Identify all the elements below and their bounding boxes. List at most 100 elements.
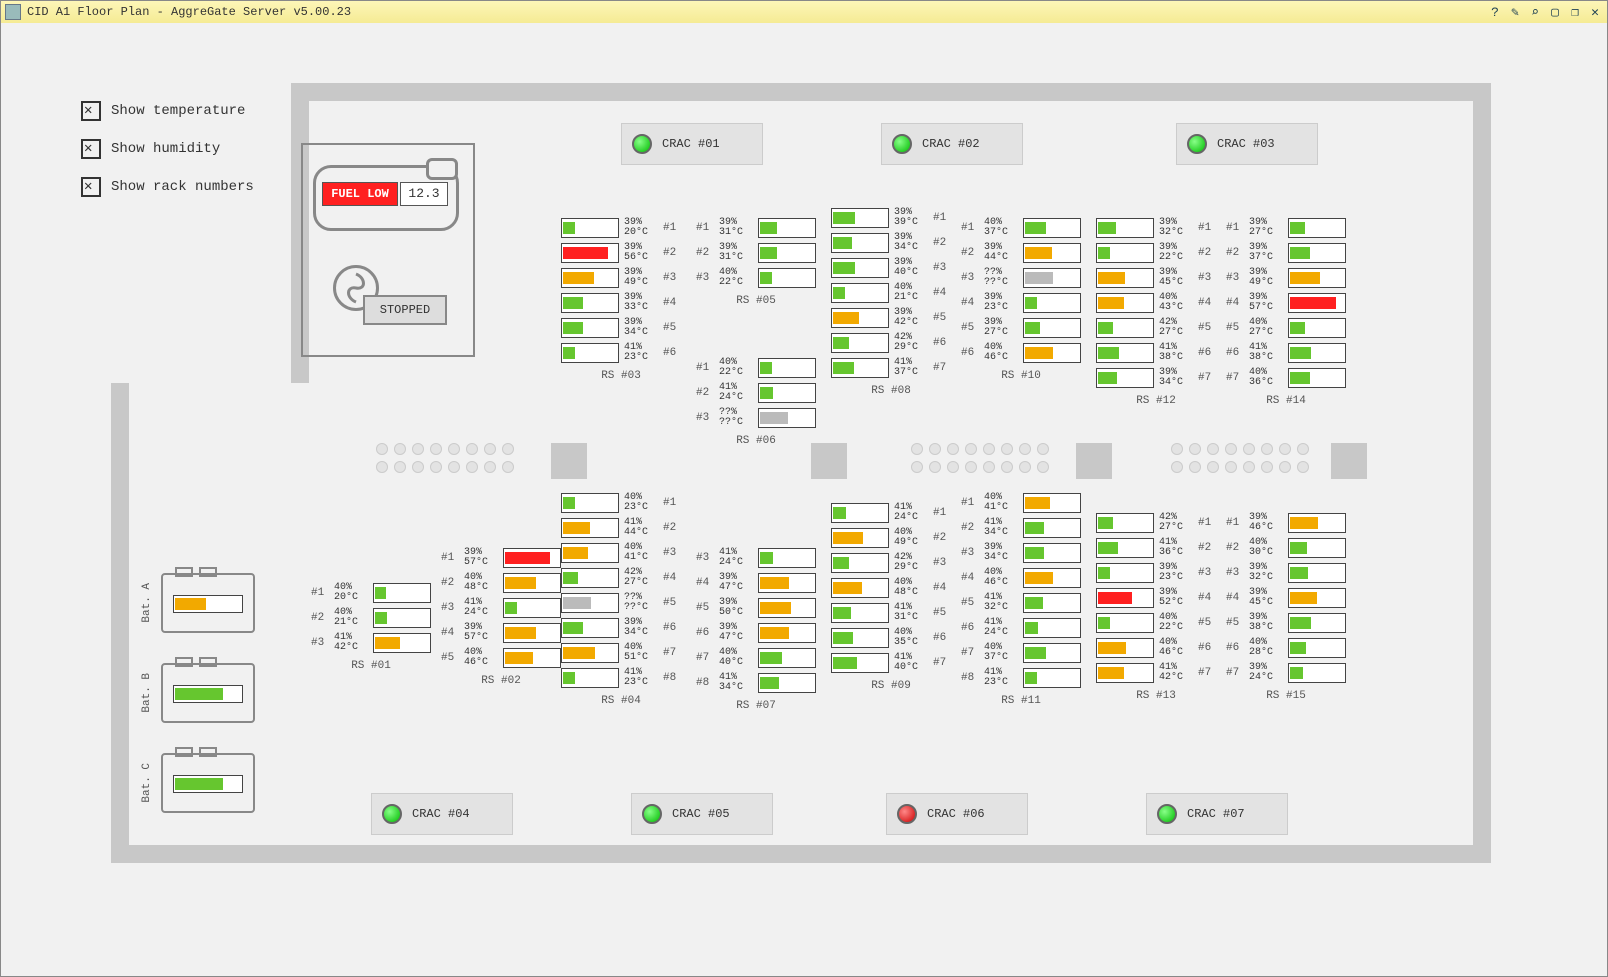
crac-unit[interactable]: CRAC #02: [881, 123, 1023, 165]
rack-unit[interactable]: #739%24°C: [1226, 663, 1346, 683]
rack-unit[interactable]: 42%27°C#4: [561, 568, 681, 588]
rack-unit[interactable]: 41%37°C#7: [831, 358, 951, 378]
rack-unit[interactable]: #641%38°C: [1226, 343, 1346, 363]
crac-unit[interactable]: CRAC #07: [1146, 793, 1288, 835]
rack-unit[interactable]: 41%23°C#8: [561, 668, 681, 688]
rack-unit[interactable]: #640%46°C: [961, 343, 1081, 363]
crac-unit[interactable]: CRAC #05: [631, 793, 773, 835]
rack-unit[interactable]: #341%24°C: [696, 548, 816, 568]
rack-unit[interactable]: 39%34°C#7: [1096, 368, 1216, 388]
rack-unit[interactable]: #540%27°C: [1226, 318, 1346, 338]
battery-unit[interactable]: Bat. A: [141, 573, 255, 633]
rack-unit[interactable]: #740%36°C: [1226, 368, 1346, 388]
rack-unit[interactable]: 41%44°C#2: [561, 518, 681, 538]
rack-unit[interactable]: #339%49°C: [1226, 268, 1346, 288]
rack-unit[interactable]: #440%46°C: [961, 568, 1081, 588]
rack-unit[interactable]: #241%24°C: [696, 383, 816, 403]
help-icon[interactable]: ?: [1487, 4, 1503, 20]
rack-unit[interactable]: 40%48°C#4: [831, 578, 951, 598]
rack-unit[interactable]: 40%23°C#1: [561, 493, 681, 513]
battery-unit[interactable]: Bat. C: [141, 753, 255, 813]
floor-canvas[interactable]: Show temperature Show humidity Show rack…: [1, 23, 1607, 976]
rack-unit[interactable]: #239%44°C: [961, 243, 1081, 263]
rack-unit[interactable]: #139%31°C: [696, 218, 816, 238]
rack-unit[interactable]: 40%43°C#4: [1096, 293, 1216, 313]
rack-unit[interactable]: 39%49°C#3: [561, 268, 681, 288]
rack-unit[interactable]: #139%27°C: [1226, 218, 1346, 238]
rack-unit[interactable]: #339%34°C: [961, 543, 1081, 563]
crac-unit[interactable]: CRAC #03: [1176, 123, 1318, 165]
battery-unit[interactable]: Bat. B: [141, 663, 255, 723]
rack-unit[interactable]: 39%34°C#5: [561, 318, 681, 338]
config-icon[interactable]: ▢: [1547, 4, 1563, 20]
rack-unit[interactable]: #641%24°C: [961, 618, 1081, 638]
rack-unit[interactable]: #439%23°C: [961, 293, 1081, 313]
rack-unit[interactable]: #341%42°C: [311, 633, 431, 653]
rack-unit[interactable]: #241%34°C: [961, 518, 1081, 538]
rack-unit[interactable]: #239%31°C: [696, 243, 816, 263]
rack-unit[interactable]: 41%23°C#6: [561, 343, 681, 363]
close-icon[interactable]: ✕: [1587, 4, 1603, 20]
rack-unit[interactable]: 41%40°C#7: [831, 653, 951, 673]
rack-unit[interactable]: 39%40°C#3: [831, 258, 951, 278]
rack-unit[interactable]: 39%33°C#4: [561, 293, 681, 313]
rack-unit[interactable]: #539%50°C: [696, 598, 816, 618]
rack-unit[interactable]: 42%29°C#3: [831, 553, 951, 573]
rack-unit[interactable]: 40%21°C#4: [831, 283, 951, 303]
rack-unit[interactable]: #139%57°C: [441, 548, 561, 568]
rack-unit[interactable]: 39%34°C#6: [561, 618, 681, 638]
rack-unit[interactable]: #3??%??°C: [961, 268, 1081, 288]
rack-unit[interactable]: 39%23°C#3: [1096, 563, 1216, 583]
rack-unit[interactable]: 39%56°C#2: [561, 243, 681, 263]
rack-unit[interactable]: #541%32°C: [961, 593, 1081, 613]
rack-unit[interactable]: #140%22°C: [696, 358, 816, 378]
rack-unit[interactable]: 39%45°C#3: [1096, 268, 1216, 288]
rack-unit[interactable]: #439%47°C: [696, 573, 816, 593]
rack-unit[interactable]: #339%32°C: [1226, 563, 1346, 583]
rack-unit[interactable]: #240%21°C: [311, 608, 431, 628]
rack-unit[interactable]: #740%37°C: [961, 643, 1081, 663]
rack-unit[interactable]: #841%23°C: [961, 668, 1081, 688]
crac-unit[interactable]: CRAC #01: [621, 123, 763, 165]
rack-unit[interactable]: 41%36°C#2: [1096, 538, 1216, 558]
edit-icon[interactable]: ✎: [1507, 4, 1523, 20]
rack-unit[interactable]: 39%22°C#2: [1096, 243, 1216, 263]
rack-unit[interactable]: #240%30°C: [1226, 538, 1346, 558]
rack-unit[interactable]: 40%41°C#3: [561, 543, 681, 563]
rack-unit[interactable]: #539%27°C: [961, 318, 1081, 338]
rack-unit[interactable]: 40%51°C#7: [561, 643, 681, 663]
rack-unit[interactable]: #539%38°C: [1226, 613, 1346, 633]
rack-unit[interactable]: #239%37°C: [1226, 243, 1346, 263]
rack-unit[interactable]: #3??%??°C: [696, 408, 816, 428]
crac-unit[interactable]: CRAC #04: [371, 793, 513, 835]
rack-unit[interactable]: #140%37°C: [961, 218, 1081, 238]
rack-unit[interactable]: #639%47°C: [696, 623, 816, 643]
rack-unit[interactable]: 39%32°C#1: [1096, 218, 1216, 238]
rack-unit[interactable]: 40%35°C#6: [831, 628, 951, 648]
rack-unit[interactable]: 40%46°C#6: [1096, 638, 1216, 658]
rack-unit[interactable]: 39%52°C#4: [1096, 588, 1216, 608]
rack-unit[interactable]: 42%29°C#6: [831, 333, 951, 353]
rack-unit[interactable]: #740%40°C: [696, 648, 816, 668]
restore-icon[interactable]: ❐: [1567, 4, 1583, 20]
rack-unit[interactable]: #340%22°C: [696, 268, 816, 288]
rack-unit[interactable]: #140%20°C: [311, 583, 431, 603]
rack-unit[interactable]: 39%20°C#1: [561, 218, 681, 238]
rack-unit[interactable]: 41%24°C#1: [831, 503, 951, 523]
rack-unit[interactable]: #240%48°C: [441, 573, 561, 593]
rack-unit[interactable]: #540%46°C: [441, 648, 561, 668]
rack-unit[interactable]: 39%42°C#5: [831, 308, 951, 328]
rack-unit[interactable]: #841%34°C: [696, 673, 816, 693]
rack-unit[interactable]: ??%??°C#5: [561, 593, 681, 613]
rack-unit[interactable]: #439%57°C: [441, 623, 561, 643]
rack-unit[interactable]: 42%27°C#1: [1096, 513, 1216, 533]
rack-unit[interactable]: 39%39°C#1: [831, 208, 951, 228]
rack-unit[interactable]: 42%27°C#5: [1096, 318, 1216, 338]
rack-unit[interactable]: #139%46°C: [1226, 513, 1346, 533]
rack-unit[interactable]: #341%24°C: [441, 598, 561, 618]
rack-unit[interactable]: 41%42°C#7: [1096, 663, 1216, 683]
rack-unit[interactable]: 40%22°C#5: [1096, 613, 1216, 633]
rack-unit[interactable]: 41%31°C#5: [831, 603, 951, 623]
rack-unit[interactable]: #439%45°C: [1226, 588, 1346, 608]
crac-unit[interactable]: CRAC #06: [886, 793, 1028, 835]
